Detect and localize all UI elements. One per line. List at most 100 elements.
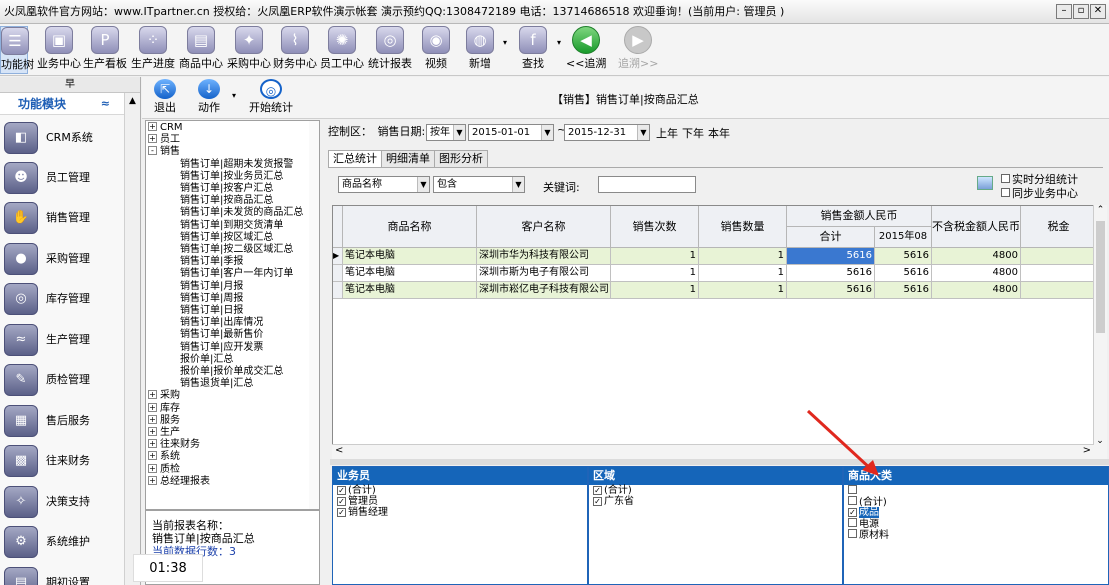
grid-cell-aug[interactable]: 5616 [875, 248, 932, 265]
tree-leaf[interactable]: 销售订单|季报 [180, 256, 243, 268]
restore-button[interactable]: ▫ [1073, 4, 1089, 19]
row-indicator[interactable]: ▶ [333, 248, 343, 265]
toolbar-production-progress[interactable]: ⁘ 生产进度 [130, 26, 176, 74]
tree-node[interactable]: + 员工 [148, 134, 180, 146]
grid-horizontal-scrollbar[interactable]: < > [332, 444, 1094, 459]
exit-button[interactable]: ⇱ 退出 [150, 79, 180, 114]
tree-node[interactable]: + 系统 [148, 451, 180, 463]
period-select[interactable]: 按年 ▼ [426, 124, 466, 141]
grid-cell-notax[interactable]: 4800 [932, 282, 1021, 299]
col-sales-amount-group[interactable]: 销售金额人民币 [787, 206, 932, 227]
grid-cell-total[interactable]: 5616 [787, 248, 875, 265]
grid-cell-customer[interactable]: 深圳市斯为电子有限公司 [477, 265, 611, 282]
expand-icon[interactable]: + [148, 134, 157, 144]
find-dropdown-icon[interactable]: ▾ [557, 38, 561, 47]
expand-icon[interactable]: + [148, 451, 157, 461]
grid-cell-total[interactable]: 5616 [787, 265, 875, 282]
grid-cell-total[interactable]: 5616 [787, 282, 875, 299]
scroll-left-icon[interactable]: < [335, 445, 343, 456]
toolbar-finance-center[interactable]: ⌇ 财务中心 [272, 26, 318, 74]
expand-icon[interactable]: + [148, 475, 157, 485]
toolbar-find[interactable]: f 查找 [515, 26, 551, 74]
tree-leaf[interactable]: 销售订单|按客户汇总 [180, 183, 273, 195]
grid-cell-qty[interactable]: 1 [699, 282, 787, 299]
checked-checkbox-icon[interactable]: ✓ [848, 508, 857, 517]
scroll-thumb[interactable] [1096, 221, 1105, 333]
tree-leaf[interactable]: 销售订单|最新售价 [180, 329, 263, 341]
tree-leaf[interactable]: 销售订单|到期交货清单 [180, 220, 283, 232]
tree-leaf[interactable]: 销售订单|按商品汇总 [180, 195, 273, 207]
grid-cell-aug[interactable]: 5616 [875, 265, 932, 282]
tree-node[interactable]: + 总经理报表 [148, 475, 210, 488]
grid-cell-times[interactable]: 1 [611, 248, 699, 265]
col-product-name[interactable]: 商品名称 [343, 206, 477, 248]
tab-detail[interactable]: 明细清单 [381, 150, 435, 167]
row-indicator[interactable] [333, 282, 343, 299]
toolbar-trace-forward[interactable]: ▶ 追溯>> [618, 26, 658, 74]
minimize-button[interactable]: – [1056, 4, 1072, 19]
col-sales-qty[interactable]: 销售数量 [699, 206, 787, 248]
expand-icon[interactable]: + [148, 390, 157, 400]
grid-cell-customer[interactable]: 深圳市华为科技有限公司 [477, 248, 611, 265]
grid-cell-qty[interactable]: 1 [699, 248, 787, 265]
checked-checkbox-icon[interactable]: ✓ [593, 486, 602, 495]
row-indicator[interactable] [333, 265, 343, 282]
grid-cell-tax[interactable] [1021, 248, 1095, 265]
expand-icon[interactable]: + [148, 463, 157, 473]
tree-scrollbar[interactable] [309, 121, 319, 509]
action-button[interactable]: ↓ 动作 [194, 79, 224, 114]
checkbox-icon[interactable] [848, 496, 857, 505]
salesman-filter-item[interactable]: ✓ 管理员 [333, 496, 587, 507]
module-crm[interactable]: ◧ CRM系统 [0, 119, 124, 157]
col-aug-2015[interactable]: 2015年08月 [875, 227, 932, 262]
category-filter-item[interactable]: (合计) [844, 496, 1108, 508]
operator-select[interactable]: 包含 ▼ [433, 176, 525, 193]
grid-cell-times[interactable]: 1 [611, 282, 699, 299]
panel-splitter[interactable] [330, 459, 1109, 465]
add-dropdown-icon[interactable]: ▾ [503, 38, 507, 47]
toolbar-stat-report[interactable]: ◎ 统计报表 [367, 26, 413, 74]
scroll-up-icon[interactable]: ⌃ [1094, 205, 1107, 219]
export-icon[interactable] [977, 176, 993, 190]
tree-leaf[interactable]: 销售订单|按业务员汇总 [180, 171, 283, 183]
toolbar-production-board[interactable]: P 生产看板 [82, 26, 128, 74]
tree-node[interactable]: + 采购 [148, 390, 180, 402]
toolbar-trace-back[interactable]: ◀ <<追溯 [566, 26, 606, 74]
tree-leaf[interactable]: 销售订单|未发货的商品汇总 [180, 207, 303, 219]
grid-cell-name[interactable]: 笔记本电脑 [343, 282, 477, 299]
next-year-link[interactable]: 下年 [682, 125, 704, 141]
module-production[interactable]: ≈ 生产管理 [0, 321, 124, 359]
region-filter-item[interactable]: ✓ 广东省 [589, 496, 842, 507]
grid-cell-tax[interactable] [1021, 282, 1095, 299]
tree-node[interactable]: + CRM [148, 122, 183, 134]
tree-leaf[interactable]: 销售退货单|汇总 [180, 378, 253, 390]
tree-leaf[interactable]: 销售订单|按区域汇总 [180, 232, 273, 244]
grid-vertical-scrollbar[interactable]: ⌃ ⌄ [1093, 205, 1107, 460]
module-finance[interactable]: ▩ 往来财务 [0, 442, 124, 480]
checkbox-icon[interactable] [848, 518, 857, 527]
toolbar-function-tree[interactable]: ☰ 功能树 [0, 26, 34, 74]
tree-node[interactable]: + 库存 [148, 402, 180, 415]
tab-summary[interactable]: 汇总统计 [328, 150, 382, 167]
field-select[interactable]: 商品名称 ▼ [338, 176, 430, 193]
module-panel-header[interactable]: 早 [0, 77, 140, 93]
tree-leaf[interactable]: 销售订单|按二级区域汇总 [180, 244, 293, 256]
last-year-link[interactable]: 上年 [656, 125, 678, 141]
tree-leaf[interactable]: 销售订单|周报 [180, 293, 243, 305]
module-inventory[interactable]: ◎ 库存管理 [0, 280, 124, 318]
checkbox-icon[interactable] [848, 485, 857, 494]
grid-cell-tax[interactable] [1021, 265, 1095, 282]
col-tax[interactable]: 税金 [1021, 206, 1095, 248]
module-staff[interactable]: ☻ 员工管理 [0, 159, 124, 197]
tree-leaf[interactable]: 报价单|汇总 [180, 354, 233, 366]
grid-cell-aug[interactable]: 5616 [875, 282, 932, 299]
scroll-down-icon[interactable]: ⌄ [1094, 436, 1106, 446]
category-filter-item[interactable]: 电源 [844, 518, 1108, 530]
expand-icon[interactable]: + [148, 414, 157, 424]
tree-node[interactable]: + 质检 [148, 463, 180, 476]
category-filter-item[interactable] [844, 485, 1108, 496]
col-sales-times[interactable]: 销售次数 [611, 206, 699, 248]
module-sales[interactable]: ✋ 销售管理 [0, 199, 124, 237]
grid-cell-qty[interactable]: 1 [699, 265, 787, 282]
col-customer-name[interactable]: 客户名称 [477, 206, 611, 248]
